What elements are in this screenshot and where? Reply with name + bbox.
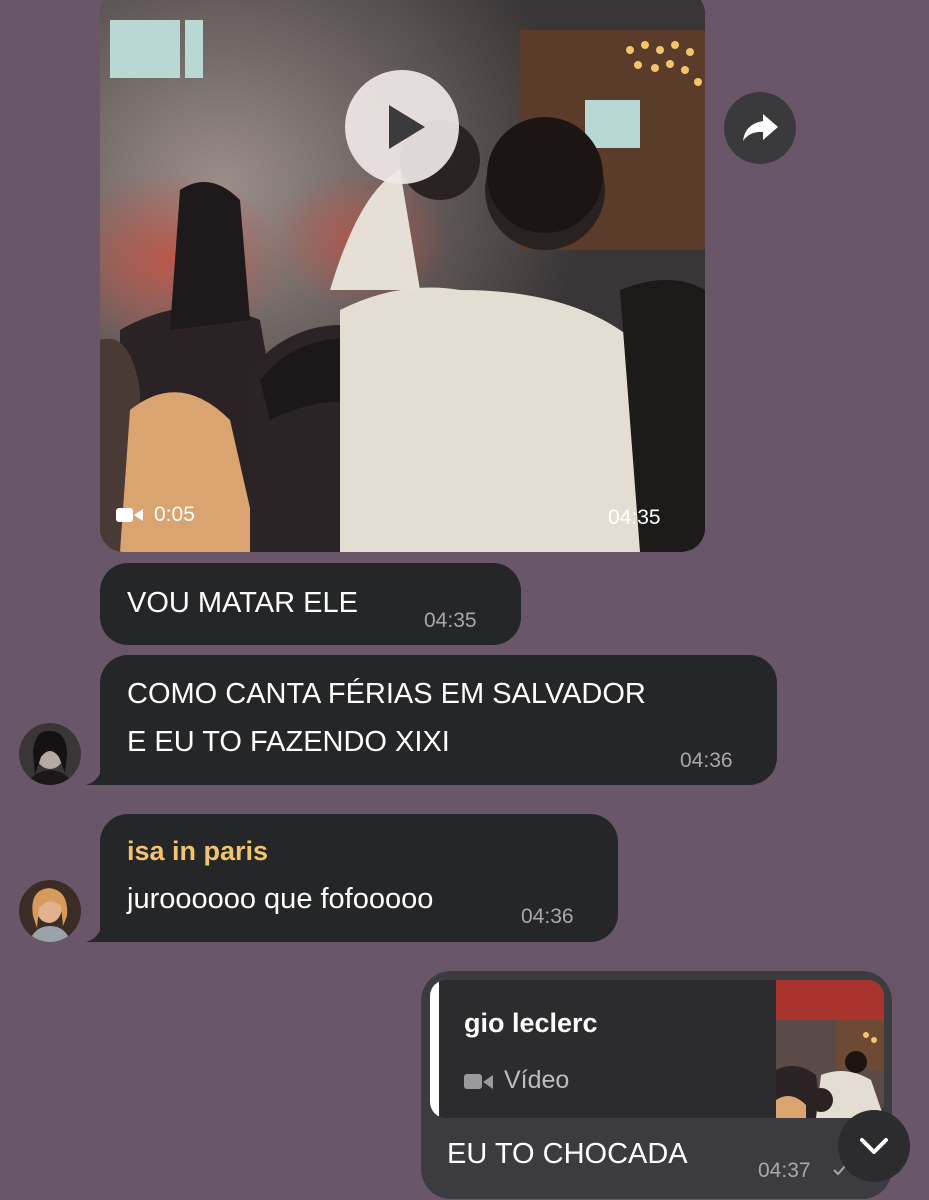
quoted-sender-name: gio leclerc: [464, 1008, 598, 1038]
forward-arrow-icon: [743, 114, 778, 141]
message-timestamp: 04:36: [521, 905, 574, 928]
avatar[interactable]: [19, 723, 81, 785]
video-camera-icon: [116, 507, 144, 523]
avatar[interactable]: [19, 880, 81, 942]
forward-button[interactable]: [724, 92, 796, 164]
play-button[interactable]: [345, 70, 459, 184]
quoted-media-label: Vídeo: [504, 1066, 570, 1094]
message-timestamp: 04:35: [424, 609, 477, 632]
message-text: VOU MATAR ELE: [127, 587, 358, 619]
quote-accent-bar: [430, 980, 439, 1118]
message-bubble[interactable]: VOU MATAR ELE 04:35: [100, 563, 521, 645]
message-text: EU TO CHOCADA: [447, 1138, 688, 1170]
sender-name[interactable]: isa in paris: [127, 836, 268, 867]
message-bubble[interactable]: isa in paris juroooooo que fofooooo 04:3…: [100, 814, 618, 942]
video-duration-label: 0:05: [154, 503, 195, 526]
video-message[interactable]: 0:05 04:35: [100, 0, 705, 552]
video-duration: 0:05: [116, 502, 195, 528]
video-camera-icon: [464, 1072, 494, 1090]
message-timestamp: 04:36: [680, 749, 733, 772]
avatar-image: [19, 880, 81, 942]
quoted-media-type: Vídeo: [464, 1066, 569, 1095]
scroll-down-button[interactable]: [838, 1110, 910, 1182]
video-timestamp: 04:35: [608, 506, 661, 529]
message-bubble[interactable]: COMO CANTA FÉRIAS EM SALVADOR E EU TO FA…: [100, 655, 777, 785]
play-icon: [389, 105, 425, 149]
message-text: juroooooo que fofooooo: [127, 883, 434, 915]
message-timestamp: 04:37: [758, 1159, 811, 1182]
avatar-image: [19, 723, 81, 785]
message-text-line-1: COMO CANTA FÉRIAS EM SALVADOR: [127, 678, 646, 710]
quoted-message[interactable]: gio leclerc Vídeo: [430, 980, 884, 1118]
reply-message-bubble[interactable]: gio leclerc Vídeo EU TO CHOCADA 04:37: [421, 971, 892, 1199]
message-text-line-2: E EU TO FAZENDO XIXI: [127, 726, 450, 758]
chevron-down-icon: [860, 1138, 888, 1154]
quoted-video-thumbnail: [776, 980, 884, 1118]
